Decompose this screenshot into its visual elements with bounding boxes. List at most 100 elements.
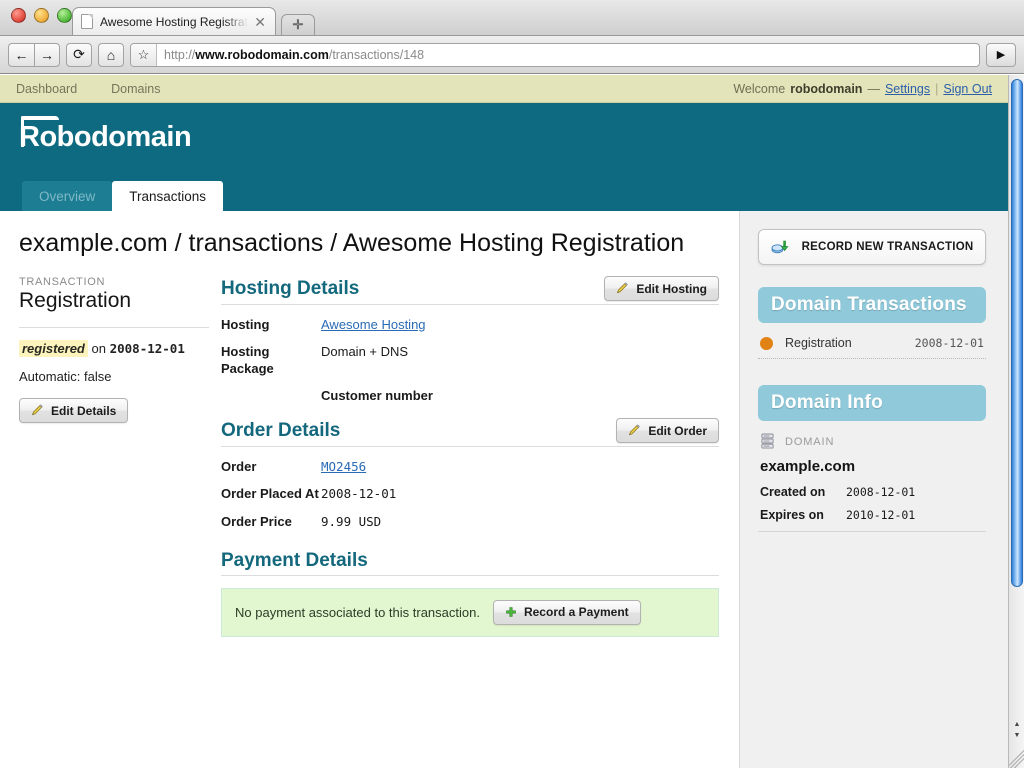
vertical-scrollbar[interactable]: ▲ ▼	[1008, 75, 1024, 768]
domain-kicker-row: DOMAIN	[760, 433, 986, 450]
transaction-item-date: 2008-12-01	[914, 336, 984, 350]
payment-details-header: Payment Details	[221, 550, 719, 572]
page-favicon-icon	[81, 14, 93, 29]
transaction-name: Registration	[19, 289, 132, 312]
details-content: Hosting Details Edit Hosting Hosting Awe…	[221, 276, 719, 637]
transaction-list-item[interactable]: Registration 2008-12-01	[758, 332, 986, 359]
detail-row: Hosting Awesome Hosting	[221, 317, 719, 333]
site-logo[interactable]: Robodomain	[19, 116, 192, 152]
close-icon[interactable]: ✕	[251, 15, 269, 29]
pencil-icon	[31, 404, 43, 416]
scroll-down-icon[interactable]: ▼	[1014, 730, 1021, 741]
page-viewport: Dashboard Domains Welcome robodomain — S…	[0, 75, 1008, 768]
edit-hosting-button[interactable]: Edit Hosting	[604, 276, 719, 301]
forward-button[interactable]: →	[34, 42, 60, 67]
pipe-separator: |	[935, 81, 939, 96]
scrollbar-arrows[interactable]: ▲ ▼	[1009, 714, 1024, 746]
minimize-window-button[interactable]	[34, 8, 49, 23]
hosting-details-divider	[221, 304, 719, 305]
detail-value: Awesome Hosting	[321, 317, 719, 333]
resize-grip-icon[interactable]	[1009, 748, 1024, 768]
pencil-icon	[629, 424, 641, 436]
detail-row: Order Price 9.99 USD	[221, 514, 719, 530]
edit-details-button[interactable]: Edit Details	[19, 398, 129, 423]
tab-transactions[interactable]: Transactions	[112, 181, 224, 211]
navigation-buttons: ← →	[8, 42, 60, 67]
detail-row: Order MO2456	[221, 459, 719, 475]
domain-info-label: Created on	[760, 485, 826, 499]
server-stack-icon	[761, 433, 774, 449]
domain-info-value: 2010-12-01	[846, 508, 916, 522]
sign-out-link[interactable]: Sign Out	[943, 82, 992, 96]
username-text: robodomain	[790, 81, 863, 96]
detail-row: Hosting Package Domain + DNS	[221, 344, 719, 377]
browser-tab[interactable]: Awesome Hosting Registratio ✕	[72, 7, 276, 35]
arrow-right-icon: →	[40, 46, 54, 63]
transaction-status-line: registered on 2008-12-01	[19, 340, 209, 357]
transaction-item-name: Registration	[785, 336, 852, 350]
hosting-details-title: Hosting Details	[221, 277, 360, 299]
detail-label: Order Price	[221, 513, 292, 529]
record-payment-button[interactable]: Record a Payment	[492, 599, 641, 625]
browser-tab-title: Awesome Hosting Registratio	[100, 14, 252, 29]
payment-details-divider	[221, 574, 719, 576]
edit-details-label: Edit Details	[51, 403, 117, 418]
main-body: TRANSACTION Registration registered on 2…	[19, 276, 719, 637]
brand-header: Robodomain	[0, 103, 1008, 179]
go-button[interactable]: ▶	[986, 42, 1016, 67]
reload-button[interactable]: ⟳	[66, 42, 92, 67]
section-tabs: Overview Transactions	[0, 179, 1008, 211]
domain-info-title: Domain Info	[758, 385, 986, 421]
tab-transactions-label: Transactions	[129, 188, 207, 204]
domain-info-row: Created on 2008-12-01	[758, 485, 986, 499]
back-button[interactable]: ←	[8, 42, 34, 67]
settings-link[interactable]: Settings	[885, 82, 930, 96]
arrow-left-icon: ←	[14, 46, 29, 63]
star-icon[interactable]: ☆	[131, 43, 157, 66]
pencil-icon	[617, 282, 629, 294]
nav-item-domains[interactable]: Domains	[111, 82, 160, 96]
order-details-divider	[221, 446, 719, 447]
tab-overview-label: Overview	[39, 188, 96, 204]
hosting-details-header: Hosting Details Edit Hosting	[221, 276, 719, 301]
domain-kicker-label: DOMAIN	[785, 435, 835, 448]
home-button[interactable]: ⌂	[98, 42, 124, 67]
detail-label: Hosting Package	[221, 344, 274, 376]
zoom-window-button[interactable]	[57, 8, 72, 23]
orange-dot-icon	[760, 336, 773, 350]
order-link[interactable]: MO2456	[321, 459, 366, 474]
domain-name: example.com	[760, 458, 856, 475]
scroll-up-icon[interactable]: ▲	[1014, 719, 1021, 730]
detail-value: Domain + DNS	[321, 344, 409, 360]
record-new-transaction-label: RECORD NEW TRANSACTION	[801, 241, 974, 253]
edit-order-label: Edit Order	[648, 423, 707, 438]
domain-transactions-title: Domain Transactions	[758, 287, 986, 323]
order-details-header: Order Details Edit Order	[221, 418, 719, 443]
address-bar[interactable]: ☆ http://www.robodomain.com/transactions…	[130, 42, 980, 67]
hosting-link[interactable]: Awesome Hosting	[321, 317, 426, 332]
browser-window: Awesome Hosting Registratio ✕ ✛ ← → ⟳ ⌂ …	[0, 0, 1024, 768]
nav-item-dashboard[interactable]: Dashboard	[16, 82, 77, 96]
no-payment-notice: No payment associated to this transactio…	[221, 587, 719, 637]
window-controls	[11, 8, 72, 23]
play-arrow-icon: ▶	[996, 49, 1006, 61]
record-new-transaction-button[interactable]: RECORD NEW TRANSACTION	[758, 229, 986, 265]
site-nav: Dashboard Domains	[16, 82, 160, 96]
domain-info-row: Expires on 2010-12-01	[758, 508, 986, 522]
scrollbar-thumb[interactable]	[1011, 79, 1023, 587]
site-utility-bar: Dashboard Domains Welcome robodomain — S…	[0, 75, 1008, 103]
new-tab-button[interactable]: ✛	[281, 14, 315, 35]
automatic-value: false	[84, 369, 112, 384]
summary-divider	[19, 327, 209, 328]
edit-order-button[interactable]: Edit Order	[616, 418, 719, 443]
tab-overview[interactable]: Overview	[22, 181, 113, 211]
close-window-button[interactable]	[11, 8, 26, 23]
sidebar: RECORD NEW TRANSACTION Domain Transactio…	[739, 211, 1008, 768]
dash-separator: —	[867, 81, 880, 96]
detail-row: Customer number	[221, 388, 719, 404]
record-payment-label: Record a Payment	[523, 605, 629, 620]
reload-icon: ⟳	[73, 46, 85, 62]
url-scheme: http://	[164, 47, 196, 62]
domain-info-label: Expires on	[760, 508, 824, 522]
browser-titlebar: Awesome Hosting Registratio ✕ ✛	[0, 0, 1024, 36]
